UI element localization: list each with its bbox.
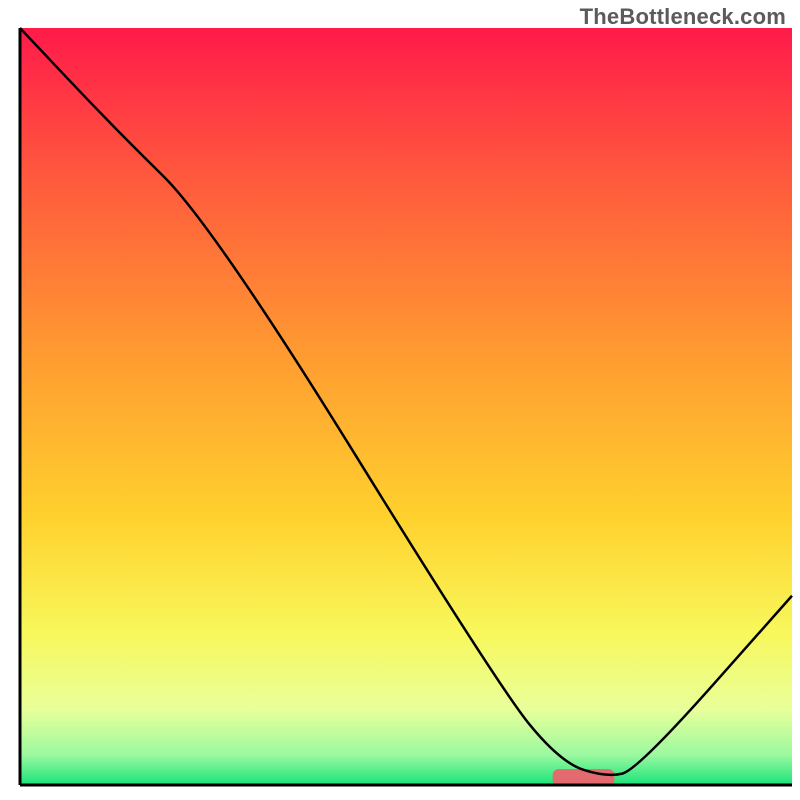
bottleneck-chart — [0, 0, 800, 800]
optimal-marker — [553, 769, 615, 786]
gradient-background — [20, 28, 792, 785]
plot-area — [20, 28, 792, 786]
